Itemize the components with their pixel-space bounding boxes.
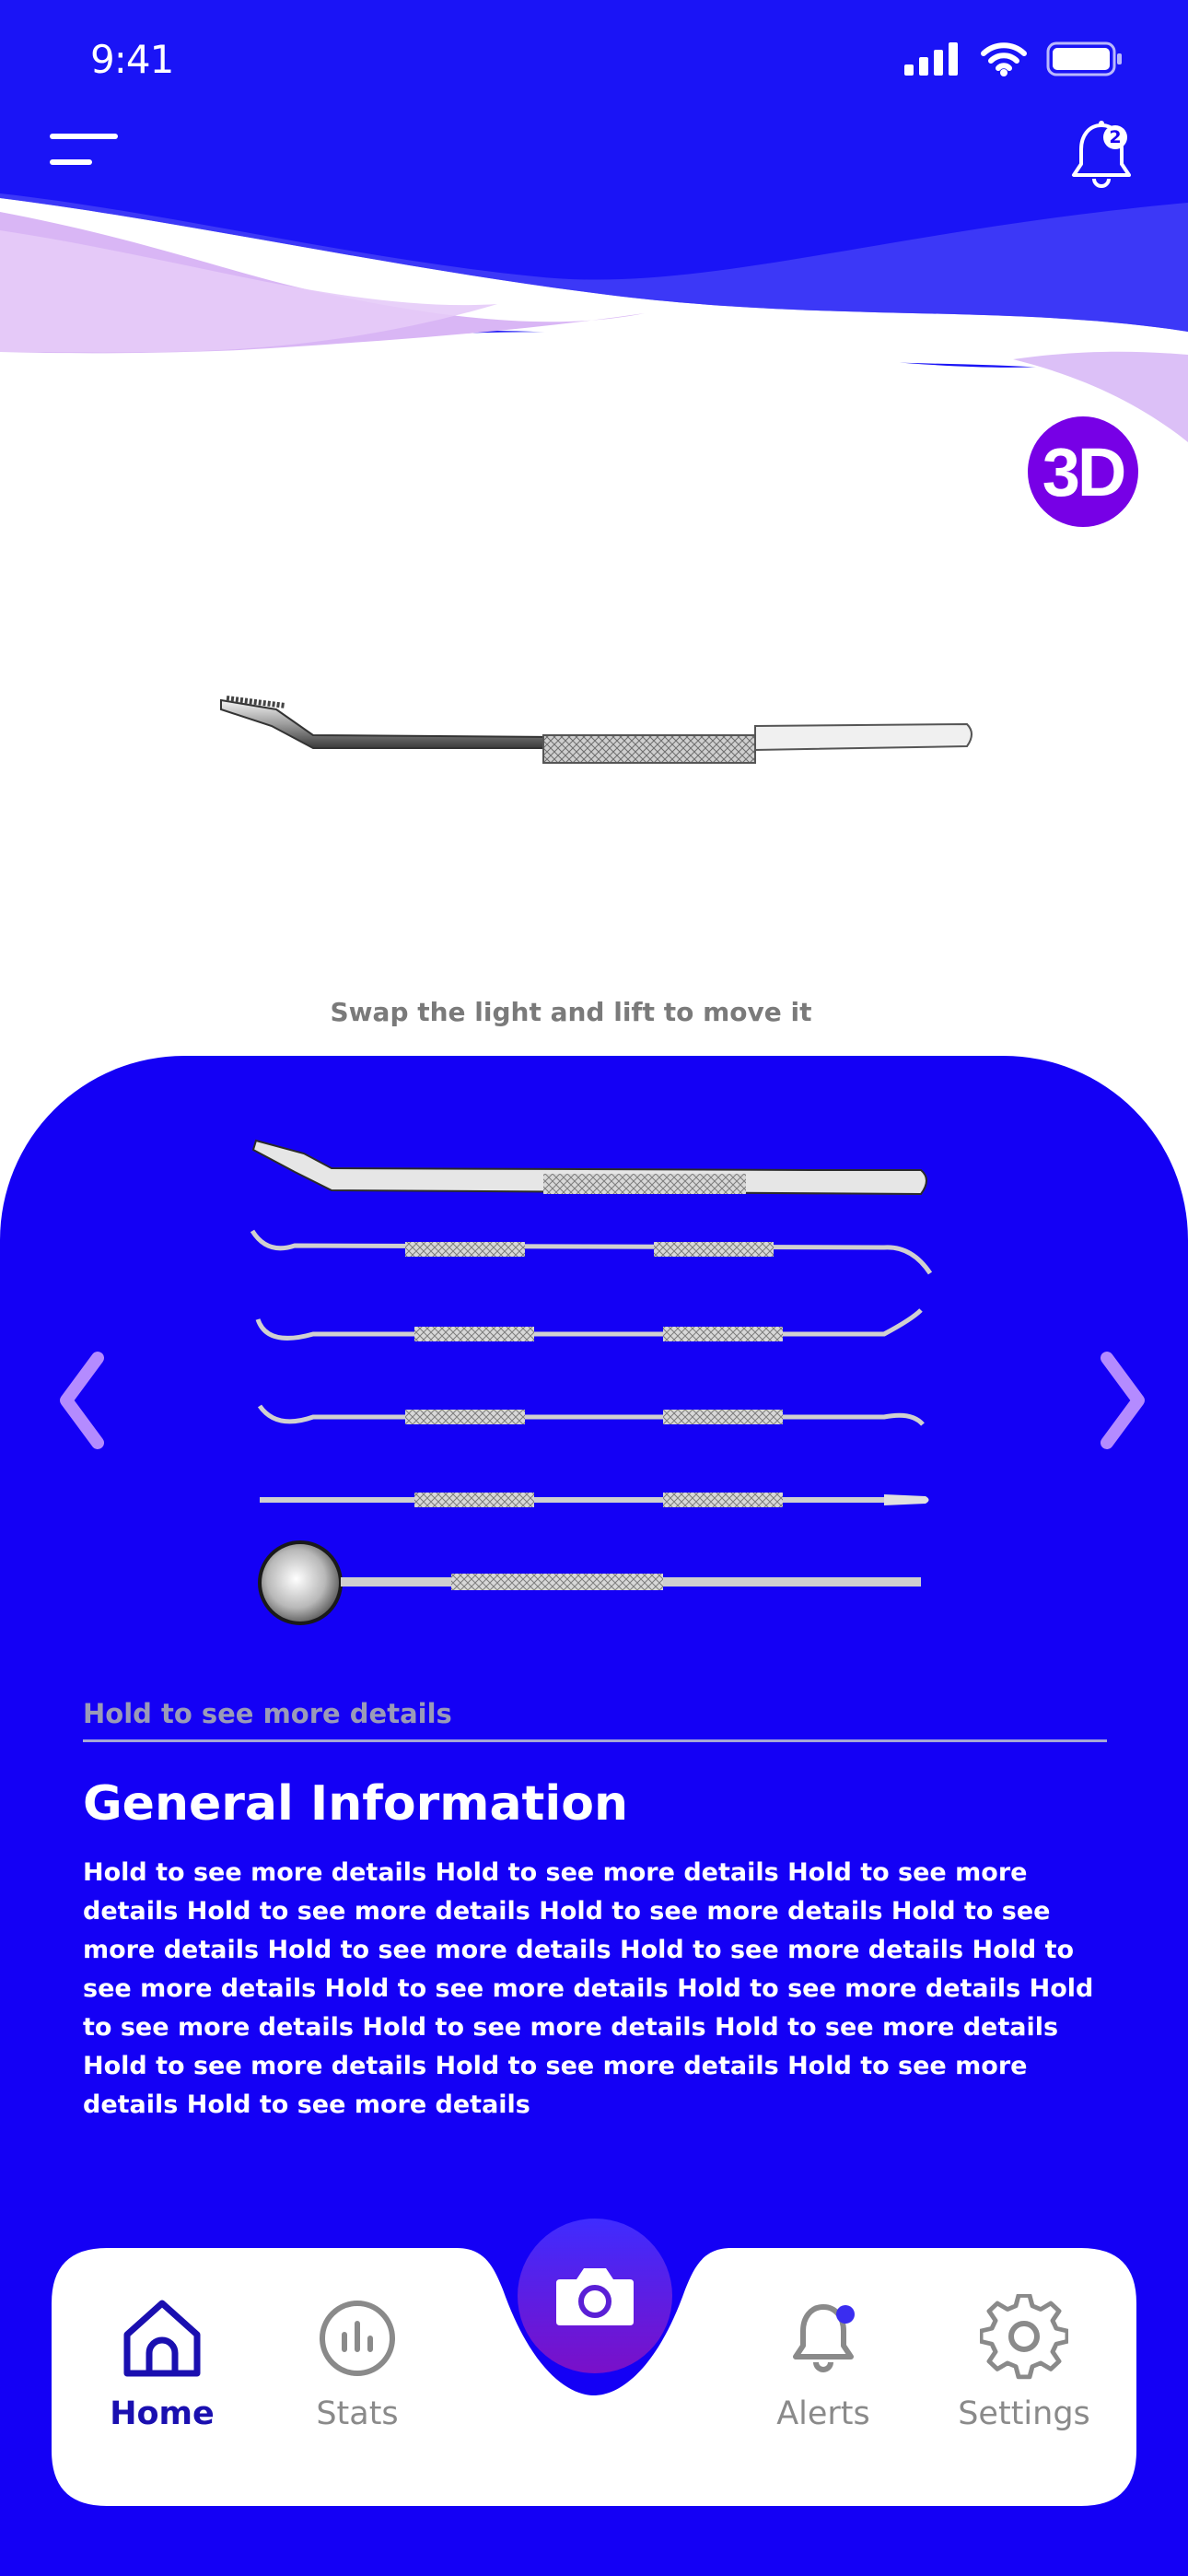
3d-view-toggle[interactable]: 3D [1028, 416, 1138, 527]
chart-icon [320, 2301, 395, 2376]
tab-stats-label: Stats [316, 2395, 399, 2432]
tab-home-label: Home [110, 2395, 215, 2432]
tab-alerts-label: Alerts [776, 2395, 870, 2432]
bell-icon [1072, 121, 1131, 188]
section-body: Hold to see more details Hold to see mor… [83, 1858, 1094, 2119]
battery-icon [1046, 41, 1122, 76]
camera-icon [556, 2268, 634, 2325]
signal-icon [904, 42, 958, 76]
tab-alerts[interactable]: Alerts [740, 2294, 906, 2432]
home-icon [123, 2300, 201, 2377]
tab-settings-label: Settings [958, 2395, 1090, 2432]
notification-badge: 2 [1103, 125, 1127, 149]
gear-icon [978, 2293, 1070, 2380]
next-arrow[interactable] [1098, 1345, 1149, 1456]
menu-button[interactable] [50, 134, 120, 170]
hamburger-icon-line [50, 159, 92, 165]
details-divider [83, 1739, 1107, 1742]
status-time: 9:41 [90, 37, 174, 82]
tab-home[interactable]: Home [79, 2294, 245, 2432]
viewer-hint: Swap the light and lift to move it [330, 997, 812, 1027]
camera-button[interactable] [518, 2219, 672, 2373]
chevron-left-icon [60, 1352, 104, 1449]
bell-icon [793, 2304, 855, 2372]
notifications-button[interactable]: 2 [1066, 118, 1136, 192]
instrument-preview-image[interactable] [212, 682, 985, 783]
section-title: General Information [83, 1776, 628, 1832]
tab-settings[interactable]: Settings [941, 2293, 1107, 2432]
chevron-right-icon [1101, 1352, 1145, 1449]
tab-stats[interactable]: Stats [274, 2294, 440, 2432]
status-icons [904, 41, 1124, 77]
wifi-icon [981, 42, 1027, 76]
details-sub-label: Hold to see more details [83, 1698, 452, 1729]
instrument-set-image[interactable] [239, 1126, 949, 1642]
hamburger-icon [50, 134, 118, 139]
previous-arrow[interactable] [55, 1345, 107, 1456]
